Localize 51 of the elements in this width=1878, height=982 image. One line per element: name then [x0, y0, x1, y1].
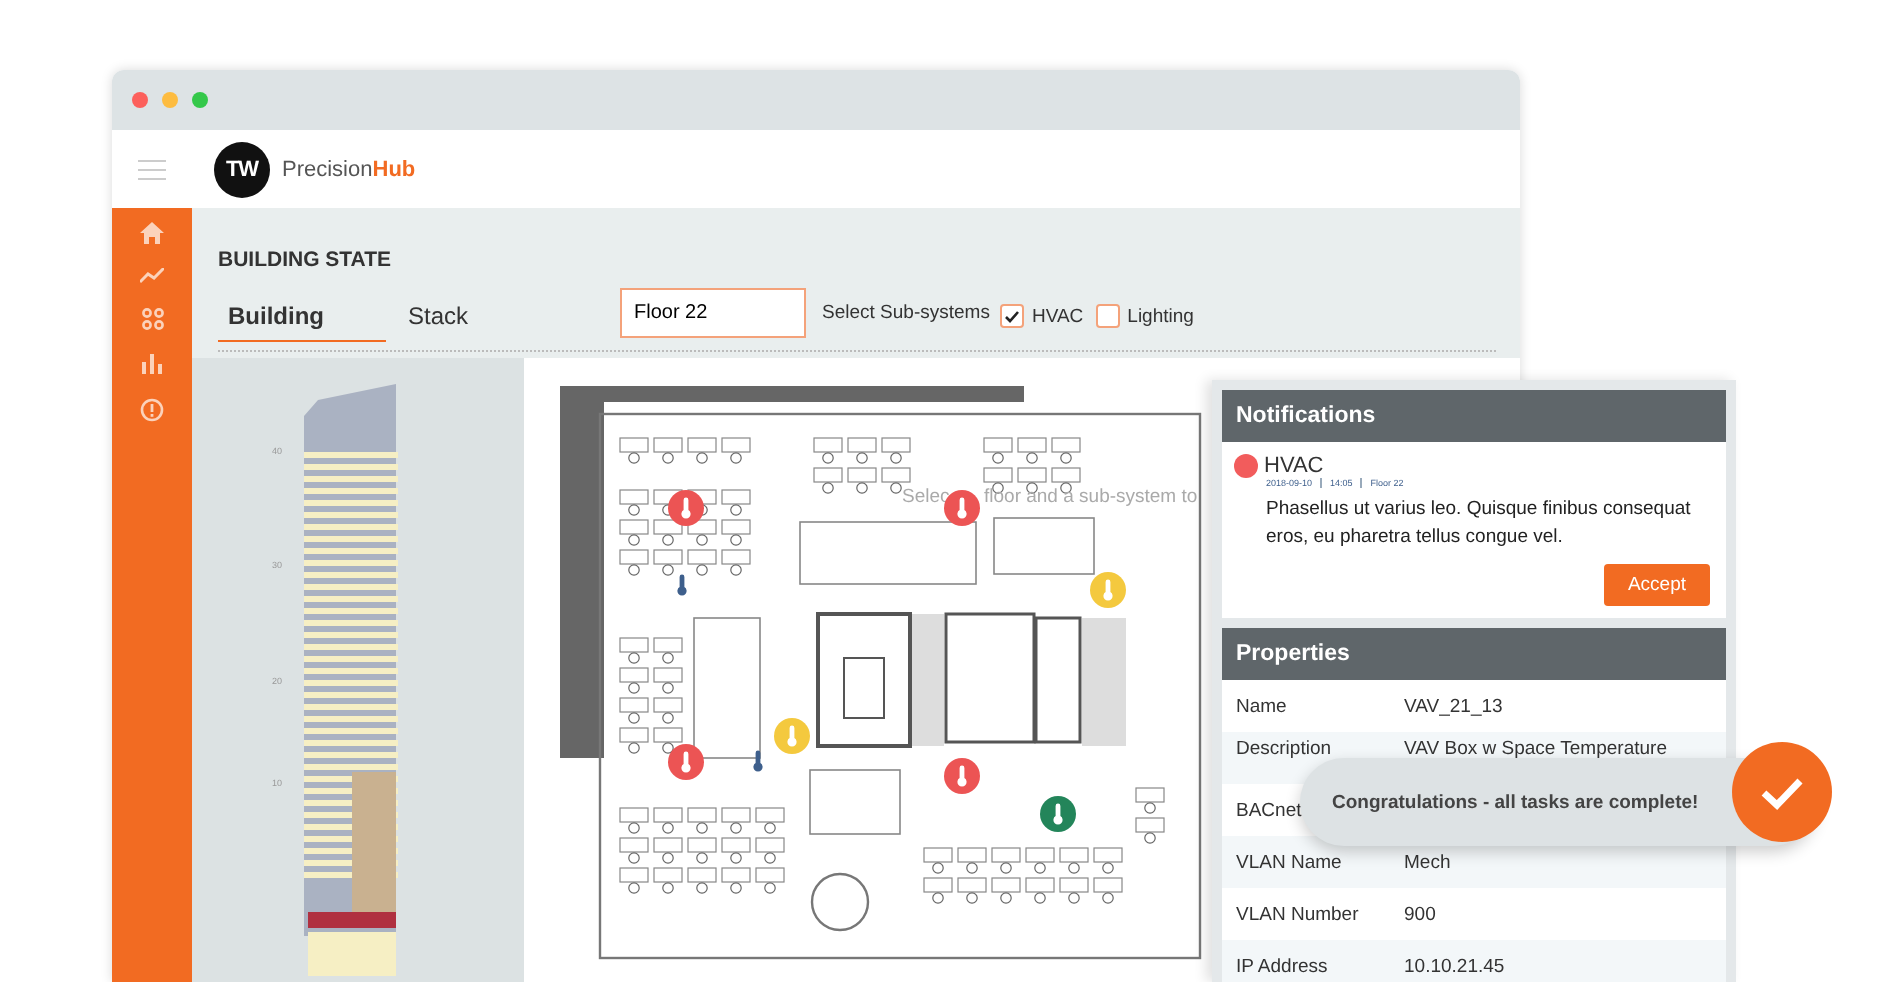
property-value: 10.10.21.45: [1404, 955, 1505, 977]
thermometer-pin[interactable]: [1040, 796, 1076, 832]
tab[interactable]: Stack: [398, 294, 566, 342]
hint-text: Selec: [902, 486, 950, 508]
bar-chart-icon[interactable]: [142, 354, 162, 374]
desk-cluster: [1135, 787, 1165, 844]
property-name: VLAN Name: [1236, 851, 1344, 873]
property-value: 900: [1404, 903, 1436, 925]
round-table: [810, 872, 870, 932]
alert-icon[interactable]: [140, 398, 164, 422]
desk-cluster: [619, 489, 751, 576]
room: [993, 517, 1095, 575]
check-icon: [1732, 742, 1832, 842]
property-name: IP Address: [1236, 955, 1330, 977]
floor-field[interactable]: Floor 22: [620, 288, 806, 338]
brand-name: PrecisionHub: [282, 157, 416, 181]
thermometer-icon[interactable]: [752, 750, 764, 772]
trend-icon[interactable]: [140, 268, 164, 284]
window-control[interactable]: [132, 92, 148, 108]
page-title: BUILDING STATE: [218, 248, 394, 272]
room: [809, 769, 901, 835]
room: [693, 617, 761, 759]
property-name: Description: [1236, 738, 1334, 760]
panel-header: Notifications: [1222, 390, 1726, 442]
thermometer-icon[interactable]: [676, 574, 688, 596]
checkbox-label: HVAC: [1031, 305, 1084, 327]
window-control[interactable]: [162, 92, 178, 108]
window-control[interactable]: [192, 92, 208, 108]
subsystems-label: Select Sub-systems: [822, 302, 990, 324]
desk-cluster: [619, 437, 751, 464]
grid-icon[interactable]: [141, 308, 163, 330]
notification-title: HVAC: [1264, 454, 1324, 478]
thermometer-pin[interactable]: [668, 490, 704, 526]
checkbox[interactable]: [999, 304, 1024, 328]
hint-text: floor and a sub-system to: [984, 486, 1198, 508]
property-value: VAV_21_13: [1404, 695, 1503, 717]
menu-icon[interactable]: [138, 159, 166, 179]
desk-cluster: [619, 637, 683, 754]
tab[interactable]: Building: [218, 294, 386, 342]
property-name: VLAN Number: [1236, 903, 1361, 925]
notification-message: Phasellus ut varius leo. Quisque finibus consequat eros, eu pharetra tellus congue vel.: [1266, 496, 1693, 552]
home-icon[interactable]: [140, 222, 164, 244]
checkbox[interactable]: [1095, 304, 1120, 328]
logo: TW: [214, 141, 270, 197]
property-value: Mech: [1404, 851, 1451, 873]
thermometer-pin[interactable]: [944, 758, 980, 794]
property-value: VAV Box w Space Temperature: [1404, 738, 1667, 760]
thermometer-pin[interactable]: [668, 744, 704, 780]
checkbox-label: Lighting: [1127, 305, 1194, 327]
panel-header: Properties: [1222, 628, 1726, 680]
property-name: Name: [1236, 695, 1289, 717]
